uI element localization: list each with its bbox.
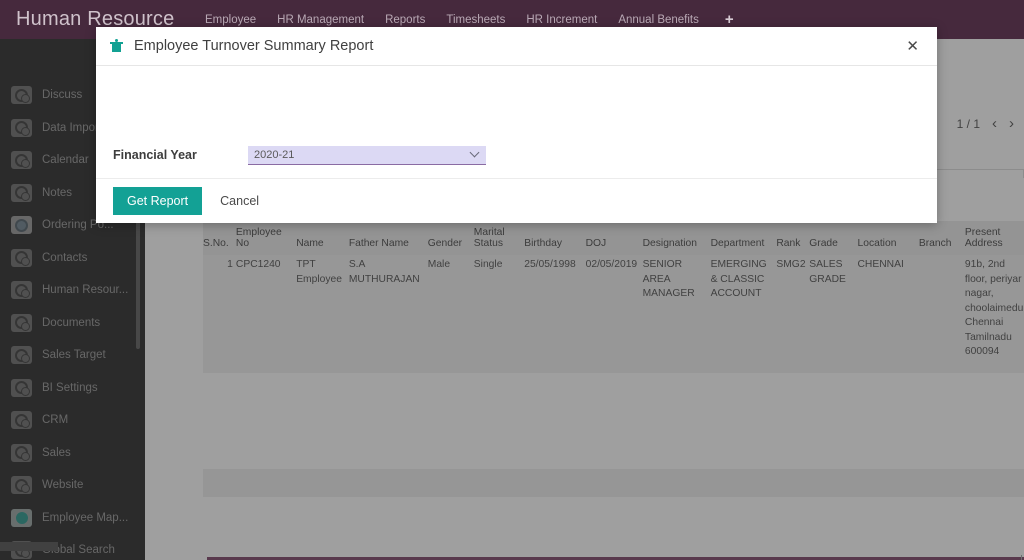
add-plus-icon[interactable]: + (725, 11, 734, 28)
cancel-button[interactable]: Cancel (220, 194, 259, 208)
lock-icon (110, 39, 123, 53)
top-menu: Employee HR Management Reports Timesheet… (200, 11, 734, 28)
financial-year-select[interactable]: 2020-212019-202018-192021-22 (248, 146, 486, 165)
menu-item-hr-management[interactable]: HR Management (277, 14, 364, 26)
menu-item-annual-benefits[interactable]: Annual Benefits (618, 14, 699, 26)
get-report-button[interactable]: Get Report (113, 186, 203, 215)
dialog-header: Employee Turnover Summary Report ✕ (96, 27, 937, 66)
close-icon[interactable]: ✕ (902, 35, 923, 58)
dialog-footer: Get Report Cancel (96, 179, 937, 222)
menu-item-hr-increment[interactable]: HR Increment (526, 14, 597, 26)
dialog-body: Financial Year 2020-212019-202018-192021… (96, 66, 937, 179)
financial-year-field-row: Financial Year 2020-212019-202018-192021… (113, 145, 486, 165)
menu-item-timesheets[interactable]: Timesheets (446, 14, 505, 26)
menu-item-employee[interactable]: Employee (205, 14, 256, 26)
dialog-title: Employee Turnover Summary Report (134, 38, 374, 54)
financial-year-select-wrap: 2020-212019-202018-192021-22 (248, 145, 486, 165)
financial-year-label: Financial Year (113, 148, 197, 162)
app-root: Human Resource Employee HR Management Re… (0, 0, 1024, 560)
employee-turnover-dialog: Employee Turnover Summary Report ✕ Finan… (96, 27, 937, 223)
menu-item-reports[interactable]: Reports (385, 14, 425, 26)
